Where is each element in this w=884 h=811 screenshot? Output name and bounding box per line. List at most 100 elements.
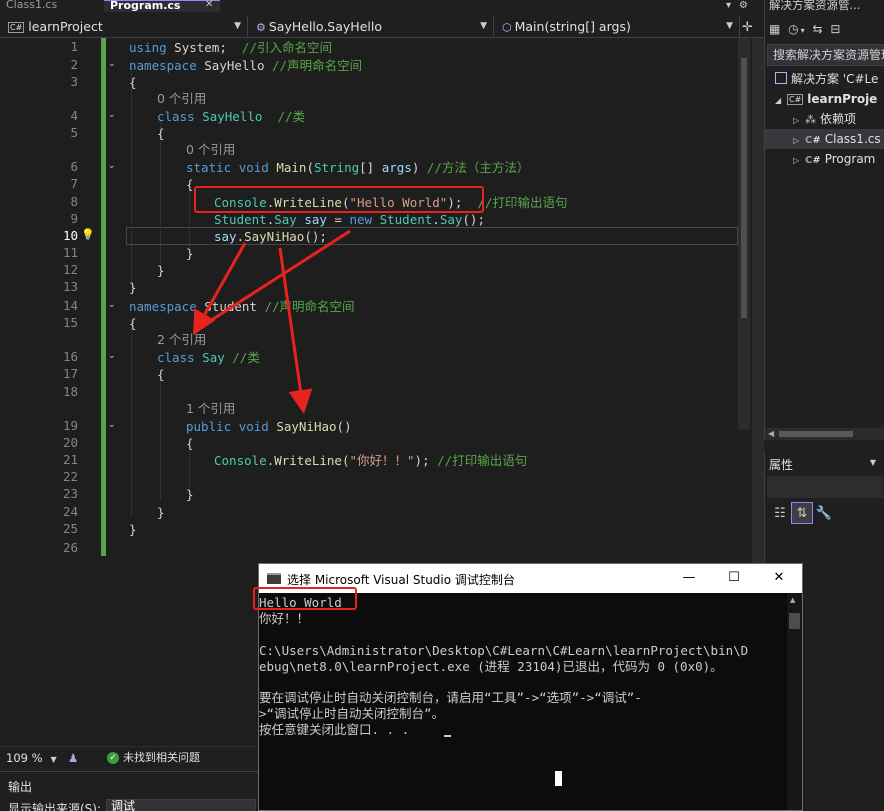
solution-search-input[interactable]: 搜索解决方案资源管理 — [767, 44, 884, 66]
properties-object-select[interactable] — [767, 476, 883, 498]
console-line: 要在调试停止时自动关闭控制台，请启用“工具”->“选项”->“调试”- — [259, 690, 642, 705]
chevron-down-icon: ▼ — [50, 755, 57, 764]
debug-console-window[interactable]: 选择 Microsoft Visual Studio 调试控制台 — ☐ ✕ H… — [253, 563, 803, 811]
solution-explorer-toolbar: ▦ ◷▾ ⇆ ⊟ — [765, 18, 884, 40]
tab-class1[interactable]: Class1.cs — [0, 0, 100, 12]
project-dropdown[interactable]: C# learnProject ▼ — [0, 16, 248, 37]
output-source-select[interactable]: 调试 — [106, 799, 256, 811]
type-dropdown[interactable]: ⚙ SayHello.SayHello ▼ — [248, 16, 494, 37]
switch-views-icon[interactable]: ⇆ — [813, 22, 825, 36]
dependencies-icon: ⁂ — [805, 113, 816, 126]
solution-icon — [775, 72, 787, 84]
solution-explorer: 解决方案资源管... ▦ ◷▾ ⇆ ⊟ 搜索解决方案资源管理 解决方案 'C#L… — [764, 0, 884, 440]
line-number: 26 — [62, 540, 78, 555]
type-name: SayHello.SayHello — [268, 19, 382, 34]
class-icon: ⚙ — [256, 21, 266, 34]
chevron-down-icon[interactable]: ▾ — [801, 26, 807, 35]
annotation-arrows — [193, 229, 351, 414]
property-pages-icon[interactable]: 🔧 — [813, 503, 835, 525]
close-icon[interactable]: ✕ — [205, 0, 213, 10]
properties-title: 属性 — [769, 458, 794, 472]
solution-horizontal-scrollbar[interactable]: ◀ — [765, 428, 884, 440]
project-name: learnProject — [28, 19, 103, 34]
tree-item-solution[interactable]: 解决方案 'C#Le — [765, 69, 884, 89]
history-icon[interactable]: ◷ — [788, 22, 800, 36]
split-editor-icon[interactable]: ✛ — [742, 20, 753, 35]
console-line: >“调试停止时自动关闭控制台”。 — [259, 706, 445, 721]
alphabetical-icon[interactable]: ⇅ — [791, 502, 813, 524]
chevron-down-icon[interactable]: ▼ — [870, 458, 876, 467]
console-title: 选择 Microsoft Visual Studio 调试控制台 — [287, 573, 515, 587]
console-output[interactable]: Hello World 你好！！ C:\Users\Administrator\… — [259, 593, 787, 810]
csharp-file-icon: C# — [805, 155, 821, 166]
chevron-down-icon[interactable]: ▾ — [726, 0, 739, 11]
tree-item-label: 解决方案 'C#Le — [791, 72, 879, 86]
member-dropdown[interactable]: ⬡ Main(string[] args) ▼ — [494, 16, 740, 37]
zoom-dropdown[interactable]: 109 % ▼ — [6, 747, 57, 771]
console-app-icon — [267, 573, 281, 584]
scroll-thumb[interactable] — [779, 431, 853, 437]
code-line: } — [157, 505, 165, 520]
scroll-left-icon[interactable]: ◀ — [768, 428, 774, 440]
arrow-to-saynihao — [278, 247, 313, 414]
member-name: Main(string[] args) — [514, 19, 631, 34]
collapsed-icon: ▷ — [793, 116, 800, 125]
tab-program[interactable]: Program.cs — [104, 0, 220, 12]
properties-toolbar: ☷ ⇅ 🔧 — [769, 502, 835, 524]
chevron-down-icon: ▼ — [726, 21, 733, 31]
console-line: C:\Users\Administrator\Desktop\C#Learn\C… — [259, 643, 749, 658]
tree-item-project[interactable]: ◢ C# learnProje — [765, 89, 884, 109]
collapsed-icon: ▷ — [793, 156, 800, 165]
scroll-up-icon[interactable]: ▲ — [790, 596, 795, 604]
console-line: ebug\net8.0\learnProject.exe (进程 23104)已… — [259, 659, 723, 674]
chevron-down-icon: ▼ — [234, 21, 241, 31]
arrow-to-class-say — [193, 242, 247, 336]
collapsed-icon: ▷ — [793, 136, 800, 145]
output-panel: 输出 显示输出来源(S): 调试 — [0, 771, 258, 811]
output-source-label: 显示输出来源(S): — [8, 802, 102, 811]
text-cursor — [444, 735, 451, 737]
csharp-file-icon: C# — [805, 135, 821, 146]
chevron-down-icon: ▼ — [480, 21, 487, 31]
expanded-icon: ◢ — [775, 96, 782, 105]
csharp-project-icon: C# — [787, 94, 804, 105]
console-vertical-scrollbar[interactable]: ▲ — [787, 593, 802, 810]
tab-label: Class1.cs — [6, 0, 58, 11]
arrow-to-class-say-2 — [195, 229, 351, 332]
editor-vertical-scrollbar[interactable] — [738, 38, 750, 430]
scroll-thumb[interactable] — [789, 613, 800, 629]
method-icon: ⬡ — [502, 21, 512, 34]
mouse-cursor-block — [555, 771, 562, 786]
csharp-project-icon: C# — [8, 22, 25, 33]
tree-item-label: Class1.cs — [824, 132, 881, 146]
gear-icon[interactable]: ⚙ — [739, 0, 756, 11]
close-icon[interactable]: ✕ — [771, 569, 787, 587]
tree-item-label: Program — [824, 152, 876, 166]
output-title: 输出 — [8, 780, 33, 794]
editor-status-bar: 109 % ▼ ♟ ✓ 未找到相关问题 — [0, 746, 258, 768]
tree-item-label: learnProje — [807, 92, 878, 106]
sync-icon[interactable]: ▦ — [769, 22, 782, 36]
console-line: 你好！！ — [259, 611, 310, 626]
code-line: } — [186, 487, 194, 502]
check-icon: ✓ — [107, 752, 119, 764]
maximize-icon[interactable]: ☐ — [726, 569, 742, 587]
code-line: } — [129, 522, 137, 537]
tree-item-dependencies[interactable]: ▷ ⁂ 依赖项 — [765, 109, 884, 129]
tree-item-class1[interactable]: ▷ C# Class1.cs — [765, 129, 884, 149]
issues-status[interactable]: 未找到相关问题 — [123, 747, 200, 769]
line-number: 22 — [62, 469, 78, 484]
console-line: 按任意键关闭此窗口. . . — [259, 722, 410, 737]
editor-tab-strip: Class1.cs Program.cs ✕ ▾⚙ — [0, 0, 764, 12]
solution-explorer-title: 解决方案资源管... — [769, 0, 861, 12]
collapse-all-icon[interactable]: ⊟ — [830, 22, 842, 36]
categorized-icon[interactable]: ☷ — [769, 503, 791, 525]
tree-item-program[interactable]: ▷ C# Program — [765, 149, 884, 169]
navigation-bar: C# learnProject ▼ ⚙ SayHello.SayHello ▼ ⬡ M… — [0, 16, 764, 38]
annotation-box — [253, 587, 357, 610]
tab-label: Program.cs — [110, 0, 181, 12]
minimize-icon[interactable]: — — [681, 569, 697, 587]
tree-item-label: 依赖项 — [820, 112, 857, 126]
scroll-thumb[interactable] — [741, 58, 747, 318]
code-health-icon[interactable]: ♟ — [68, 747, 78, 769]
